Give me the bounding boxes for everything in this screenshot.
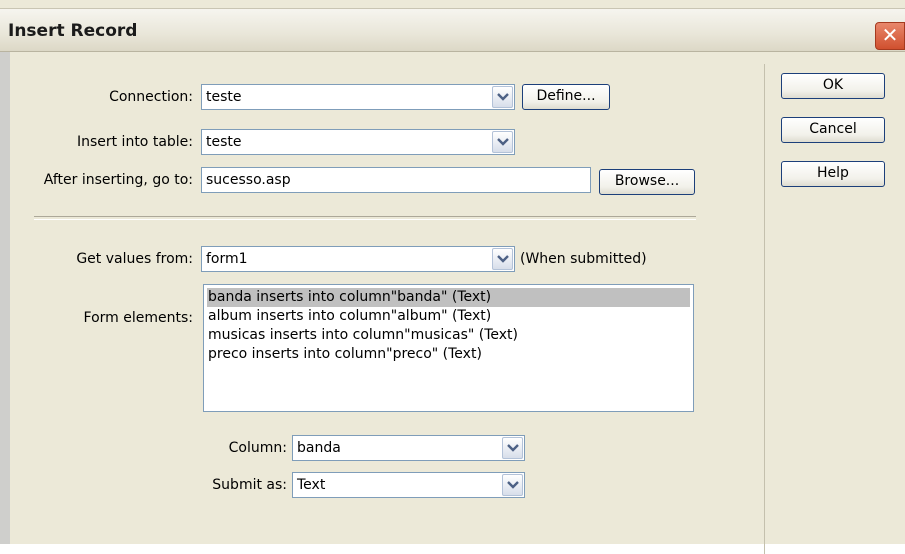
window-left-border	[0, 52, 10, 544]
submit-as-value: Text	[297, 477, 326, 493]
insert-table-label: Insert into table:	[76, 134, 193, 150]
get-values-value: form1	[206, 251, 248, 267]
column-value: banda	[297, 440, 341, 456]
when-submitted-note: (When submitted)	[520, 251, 647, 267]
insert-table-select[interactable]: teste	[201, 129, 515, 155]
vertical-divider	[764, 64, 765, 554]
list-item[interactable]: album inserts into column"album" (Text)	[204, 307, 693, 326]
form-elements-list[interactable]: banda inserts into column"banda" (Text) …	[203, 284, 694, 412]
define-button[interactable]: Define...	[522, 84, 610, 110]
submit-as-label: Submit as:	[212, 477, 287, 493]
ok-button[interactable]: OK	[781, 73, 885, 99]
after-insert-label: After inserting, go to:	[43, 172, 193, 188]
form-elements-label: Form elements:	[83, 310, 193, 326]
after-insert-input[interactable]: sucesso.asp	[201, 167, 591, 193]
insert-record-dialog: Insert Record ✕ Connection: teste Define…	[0, 0, 905, 554]
chevron-down-icon[interactable]	[502, 437, 523, 459]
chevron-down-icon[interactable]	[492, 131, 513, 153]
dialog-title: Insert Record	[8, 21, 138, 41]
list-item[interactable]: musicas inserts into column"musicas" (Te…	[204, 326, 693, 345]
after-insert-value: sucesso.asp	[206, 172, 291, 188]
chevron-down-icon[interactable]	[502, 474, 523, 496]
connection-value: teste	[206, 89, 242, 105]
close-icon[interactable]: ✕	[875, 22, 905, 50]
column-label: Column:	[228, 440, 287, 456]
cancel-button[interactable]: Cancel	[781, 117, 885, 143]
insert-table-value: teste	[206, 134, 242, 150]
list-item[interactable]: banda inserts into column"banda" (Text)	[207, 288, 690, 307]
help-button[interactable]: Help	[781, 161, 885, 187]
column-select[interactable]: banda	[292, 435, 525, 461]
get-values-select[interactable]: form1	[201, 246, 515, 272]
connection-label: Connection:	[109, 89, 193, 105]
connection-select[interactable]: teste	[201, 84, 515, 110]
get-values-label: Get values from:	[76, 251, 193, 267]
title-bar: Insert Record ✕	[0, 8, 905, 52]
chevron-down-icon[interactable]	[492, 248, 513, 270]
browse-button[interactable]: Browse...	[599, 169, 695, 195]
submit-as-select[interactable]: Text	[292, 472, 525, 498]
section-separator	[34, 216, 696, 220]
chevron-down-icon[interactable]	[492, 86, 513, 108]
list-item[interactable]: preco inserts into column"preco" (Text)	[204, 345, 693, 364]
